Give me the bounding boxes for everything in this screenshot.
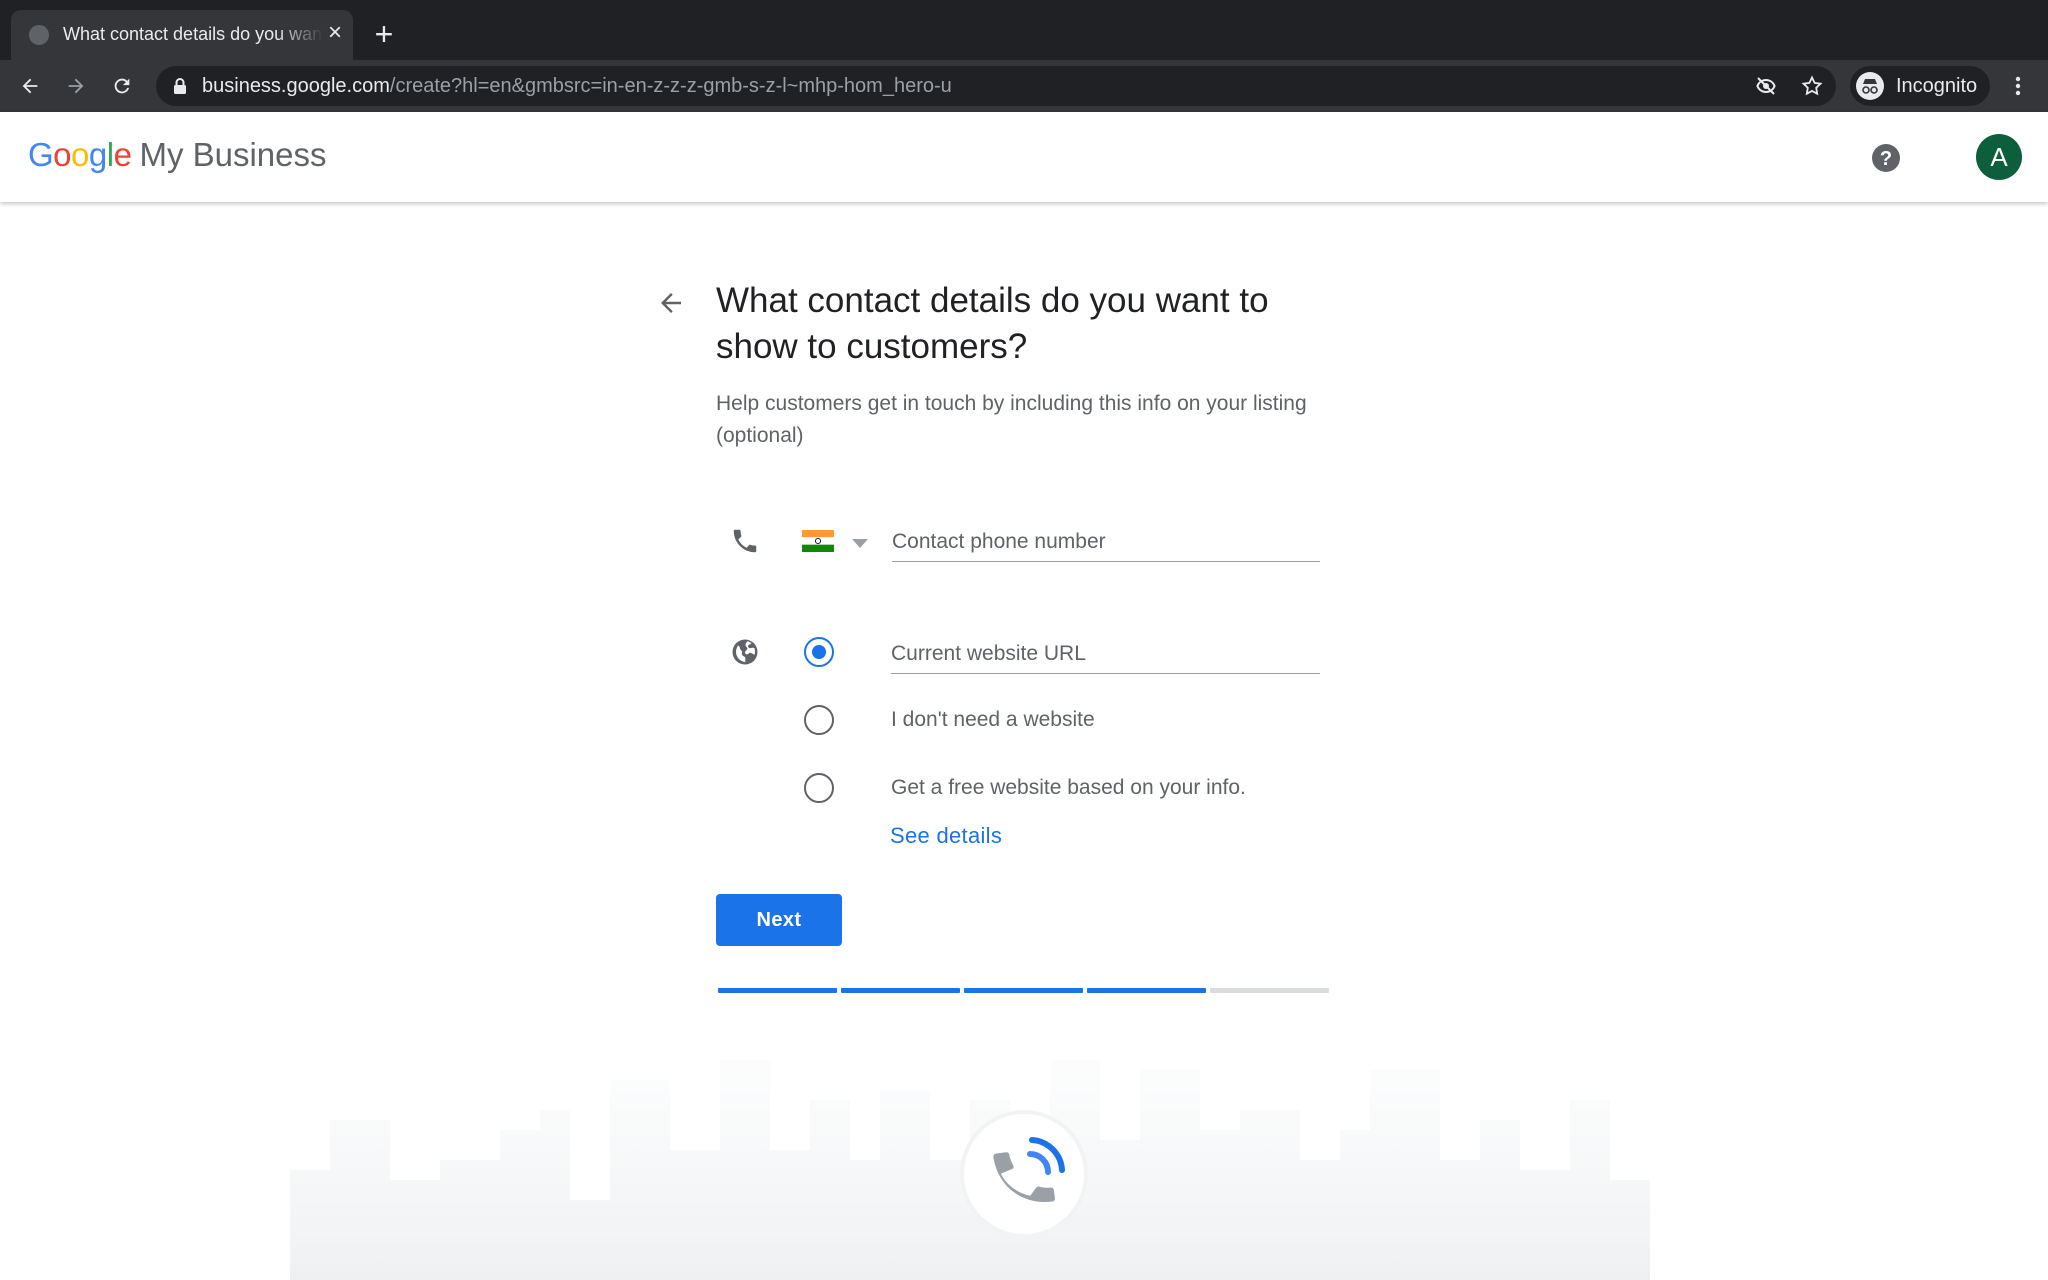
- country-dropdown-caret-icon[interactable]: [852, 536, 868, 548]
- lock-icon: [172, 77, 188, 100]
- radio-current-website[interactable]: [804, 637, 834, 667]
- progress-step-4: [1087, 988, 1206, 993]
- page-title: What contact details do you want to show…: [716, 281, 1269, 366]
- help-icon[interactable]: ?: [1870, 142, 1902, 174]
- browser-tab-bar: What contact details do you want to show…: [0, 0, 2048, 60]
- page-subtitle: Help customers get in touch by including…: [716, 392, 1307, 447]
- see-details-link[interactable]: See details: [890, 823, 1002, 849]
- tab-close-icon[interactable]: ×: [323, 21, 347, 45]
- back-icon[interactable]: [14, 70, 46, 102]
- website-url-input[interactable]: [891, 634, 1320, 674]
- step-progress-bar: [718, 988, 1329, 994]
- progress-step-5: [1210, 988, 1329, 993]
- india-flag-icon[interactable]: [802, 530, 834, 552]
- star-icon[interactable]: [1800, 74, 1824, 98]
- svg-text:?: ?: [1880, 148, 1892, 170]
- free-website-label[interactable]: Get a free website based on your info.: [891, 776, 1246, 800]
- forward-icon[interactable]: [60, 70, 92, 102]
- next-button[interactable]: Next: [716, 894, 842, 946]
- back-arrow-icon[interactable]: [656, 288, 686, 318]
- product-name: My Business: [139, 136, 327, 173]
- radio-free-website[interactable]: [804, 773, 834, 803]
- eye-off-icon[interactable]: [1754, 74, 1778, 98]
- browser-toolbar: business.google.com/create?hl=en&gmbsrc=…: [0, 60, 2048, 112]
- browser-menu-icon[interactable]: [2004, 72, 2032, 100]
- phone-icon: [730, 526, 760, 556]
- address-bar[interactable]: business.google.com/create?hl=en&gmbsrc=…: [156, 66, 1836, 106]
- tab-title: What contact details do you want to show…: [63, 24, 323, 44]
- no-website-label[interactable]: I don't need a website: [891, 708, 1095, 732]
- globe-favicon-icon: [29, 25, 49, 45]
- phone-call-illustration: [964, 1114, 1084, 1234]
- incognito-indicator[interactable]: Incognito: [1850, 66, 1990, 106]
- new-tab-icon[interactable]: +: [370, 18, 398, 50]
- app-header: Google My Business ? A: [0, 112, 2048, 202]
- google-my-business-logo[interactable]: Google My Business: [28, 136, 327, 174]
- progress-step-2: [841, 988, 960, 993]
- progress-step-3: [964, 988, 1083, 993]
- url-text: business.google.com/create?hl=en&gmbsrc=…: [202, 75, 952, 97]
- browser-tab[interactable]: What contact details do you want to show…: [11, 10, 353, 60]
- account-avatar[interactable]: A: [1976, 134, 2022, 180]
- globe-icon: [730, 637, 760, 667]
- progress-step-1: [718, 988, 837, 993]
- radio-no-website[interactable]: [804, 705, 834, 735]
- phone-ringing-icon: [993, 1137, 1065, 1203]
- incognito-icon: [1856, 72, 1884, 100]
- reload-icon[interactable]: [106, 70, 138, 102]
- incognito-label: Incognito: [1896, 75, 1978, 97]
- contact-phone-input[interactable]: [892, 522, 1320, 562]
